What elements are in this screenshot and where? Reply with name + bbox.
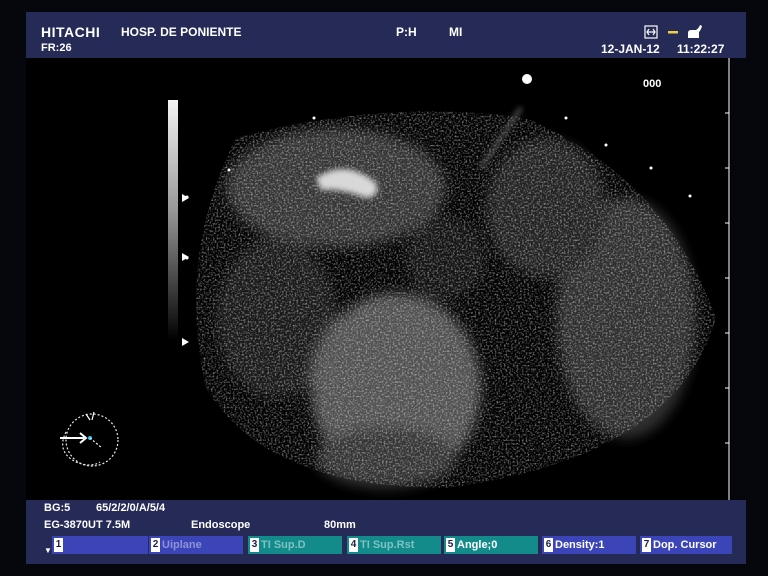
softkey-2-number: 2 bbox=[151, 538, 160, 552]
hospital-name: HOSP. DE PONIENTE bbox=[121, 25, 242, 39]
softkey-5-label: Angle;0 bbox=[457, 539, 498, 551]
grayscale-bar bbox=[168, 100, 178, 340]
softkey-7-label: Dop. Cursor bbox=[653, 539, 717, 551]
dash-icon bbox=[668, 31, 678, 34]
softkey-7-number: 7 bbox=[642, 538, 651, 552]
brand-logo: HITACHI bbox=[41, 24, 101, 40]
softkey-4-number: 4 bbox=[349, 538, 358, 552]
date-readout: 12-JAN-12 bbox=[601, 42, 660, 56]
frame-icon bbox=[644, 25, 658, 39]
softkey-3-label: TI Sup.D bbox=[261, 539, 306, 551]
zoom-code: 000 bbox=[643, 78, 662, 90]
page-marker-icon: ▼ bbox=[44, 546, 52, 555]
gray-marker-bottom bbox=[182, 338, 189, 346]
mode-label: Endoscope bbox=[191, 519, 251, 531]
softkey-1-number: 1 bbox=[54, 538, 63, 552]
mi-label: MI bbox=[449, 25, 463, 39]
softkey-1[interactable]: 1 bbox=[52, 536, 148, 554]
footer-panel: BG:5 65/2/2/0/A/5/4 EG-3870UT 7.5M Endos… bbox=[26, 500, 746, 564]
depth-label: 80mm bbox=[324, 519, 356, 531]
softkey-6-label: Density:1 bbox=[555, 539, 605, 551]
endoscope-orientation-icon bbox=[60, 411, 119, 467]
ultrasound-scan bbox=[26, 58, 731, 500]
depth-scale bbox=[725, 58, 730, 500]
softkey-6-number: 6 bbox=[544, 538, 553, 552]
softkey-density[interactable]: 6 Density:1 bbox=[542, 536, 636, 554]
hand-icon bbox=[688, 25, 702, 38]
ph-label: P:H bbox=[396, 25, 417, 39]
ultrasound-image: 000 bbox=[26, 58, 731, 500]
header-icons bbox=[644, 25, 702, 39]
softkey-ti-sup-d[interactable]: 3 TI Sup.D bbox=[248, 536, 342, 554]
parameter-code: 65/2/2/0/A/5/4 bbox=[96, 502, 166, 514]
softkey-3-number: 3 bbox=[250, 538, 259, 552]
gray-marker-middle bbox=[182, 253, 189, 261]
softkey-ti-sup-rst[interactable]: 4 TI Sup.Rst bbox=[347, 536, 441, 554]
probe-label: EG-3870UT 7.5M bbox=[44, 519, 131, 531]
bg-value: BG:5 bbox=[44, 502, 71, 514]
header-bar: HITACHI HOSP. DE PONIENTE FR:26 P:H MI 1… bbox=[26, 12, 746, 58]
time-readout: 11:22:27 bbox=[677, 42, 725, 56]
softkey-2-label: Uiplane bbox=[162, 539, 202, 551]
softkey-uiplane[interactable]: 2 Uiplane bbox=[149, 536, 243, 554]
softkey-5-number: 5 bbox=[446, 538, 455, 552]
gray-marker-top bbox=[182, 194, 189, 202]
focus-dot bbox=[522, 74, 532, 84]
softkey-angle[interactable]: 5 Angle;0 bbox=[444, 536, 538, 554]
softkey-4-label: TI Sup.Rst bbox=[360, 539, 415, 551]
softkey-dop-cursor[interactable]: 7 Dop. Cursor bbox=[640, 536, 732, 554]
frame-rate: FR:26 bbox=[41, 42, 72, 54]
softkey-bar: 1 2 Uiplane 3 TI Sup.D 4 TI Sup.Rst 5 Angle;… bbox=[52, 536, 732, 554]
